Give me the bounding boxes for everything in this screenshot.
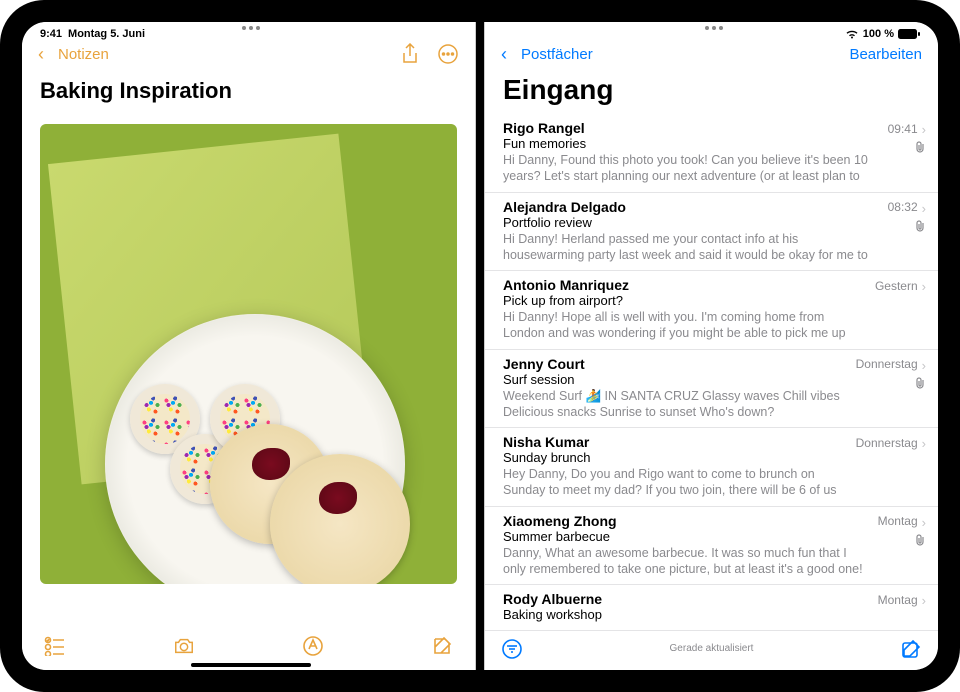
split-view-divider[interactable] [475, 22, 485, 670]
chevron-right-icon: › [922, 120, 926, 137]
attachment-icon [916, 534, 926, 549]
notes-pane: ‹ Notizen Baking Inspiration [22, 22, 475, 670]
mail-preview: Weekend Surf 🏄 IN SANTA CRUZ Glassy wave… [503, 388, 848, 421]
mail-item[interactable]: Alejandra DelgadoPortfolio reviewHi Dann… [485, 193, 938, 272]
mail-sender: Jenny Court [503, 356, 585, 372]
mail-subject: Sunday brunch [503, 450, 848, 465]
mail-sender: Antonio Manriquez [503, 277, 629, 293]
status-bar: 9:41 Montag 5. Juni 100 % [22, 22, 938, 42]
mail-item[interactable]: Rigo RangelFun memoriesHi Danny, Found t… [485, 114, 938, 193]
mail-sender: Rody Albuerne [503, 591, 602, 607]
camera-icon[interactable] [173, 635, 195, 657]
attachment-icon [916, 377, 926, 392]
share-icon[interactable] [399, 43, 421, 65]
status-time: 9:41 [40, 28, 62, 40]
mail-subject: Pick up from airport? [503, 293, 867, 308]
mail-pane: ‹ Postfächer Bearbeiten Eingang Rigo Ran… [485, 22, 938, 670]
mail-time: Donnerstag [856, 357, 918, 371]
mail-time: Montag [878, 593, 918, 607]
note-attached-image[interactable] [40, 124, 457, 584]
sync-status: Gerade aktualisiert [670, 643, 754, 654]
chevron-right-icon: › [922, 199, 926, 216]
chevron-right-icon: › [922, 434, 926, 451]
more-icon[interactable] [437, 43, 459, 65]
markup-icon[interactable] [302, 635, 324, 657]
note-body[interactable] [22, 114, 475, 626]
mail-time: Gestern [875, 279, 918, 293]
battery-percent: 100 % [863, 28, 894, 40]
notes-back-button[interactable]: ‹ Notizen [38, 44, 109, 65]
mail-sender: Nisha Kumar [503, 434, 589, 450]
mail-item[interactable]: Xiaomeng ZhongSummer barbecueDanny, What… [485, 507, 938, 586]
mail-sender: Alejandra Delgado [503, 199, 626, 215]
mail-item[interactable]: Rody AlbuerneBaking workshop Montag › [485, 585, 938, 630]
mail-subject: Fun memories [503, 136, 880, 151]
attachment-icon [916, 220, 926, 235]
wifi-icon [845, 29, 859, 39]
mail-preview: Hi Danny! Herland passed me your contact… [503, 231, 880, 264]
attachment-icon [916, 141, 926, 156]
mail-subject: Summer barbecue [503, 529, 870, 544]
mail-time: Montag [878, 514, 918, 528]
mail-sender: Xiaomeng Zhong [503, 513, 617, 529]
mailbox-title: Eingang [485, 70, 938, 114]
mail-preview: Danny, What an awesome barbecue. It was … [503, 545, 870, 578]
battery-icon [898, 29, 920, 39]
chevron-left-icon: ‹ [38, 44, 44, 65]
mail-time: 09:41 [888, 122, 918, 136]
compose-mail-icon[interactable] [900, 638, 922, 660]
mail-sender: Rigo Rangel [503, 120, 585, 136]
mail-subject: Baking workshop [503, 607, 870, 622]
status-date: Montag 5. Juni [68, 28, 145, 40]
compose-icon[interactable] [431, 635, 453, 657]
filter-icon[interactable] [501, 638, 523, 660]
chevron-right-icon: › [922, 277, 926, 294]
mail-subject: Surf session [503, 372, 848, 387]
checklist-icon[interactable] [44, 635, 66, 657]
mail-time: Donnerstag [856, 436, 918, 450]
note-title[interactable]: Baking Inspiration [22, 70, 475, 114]
chevron-left-icon: ‹ [501, 44, 507, 65]
chevron-right-icon: › [922, 513, 926, 530]
mail-back-button[interactable]: ‹ Postfächer [501, 44, 593, 65]
mail-time: 08:32 [888, 200, 918, 214]
chevron-right-icon: › [922, 356, 926, 373]
back-label: Postfächer [521, 46, 593, 63]
mail-list[interactable]: Rigo RangelFun memoriesHi Danny, Found t… [485, 114, 938, 630]
mail-item[interactable]: Nisha KumarSunday brunchHey Danny, Do yo… [485, 428, 938, 507]
mail-item[interactable]: Antonio ManriquezPick up from airport?Hi… [485, 271, 938, 350]
mail-preview: Hi Danny! Hope all is well with you. I'm… [503, 309, 867, 342]
home-indicator[interactable] [191, 663, 311, 667]
edit-button[interactable]: Bearbeiten [849, 46, 922, 63]
mail-preview: Hey Danny, Do you and Rigo want to come … [503, 466, 848, 499]
chevron-right-icon: › [922, 591, 926, 608]
back-label: Notizen [58, 46, 109, 63]
mail-item[interactable]: Jenny CourtSurf sessionWeekend Surf 🏄 IN… [485, 350, 938, 429]
mail-preview: Hi Danny, Found this photo you took! Can… [503, 152, 880, 185]
mail-subject: Portfolio review [503, 215, 880, 230]
